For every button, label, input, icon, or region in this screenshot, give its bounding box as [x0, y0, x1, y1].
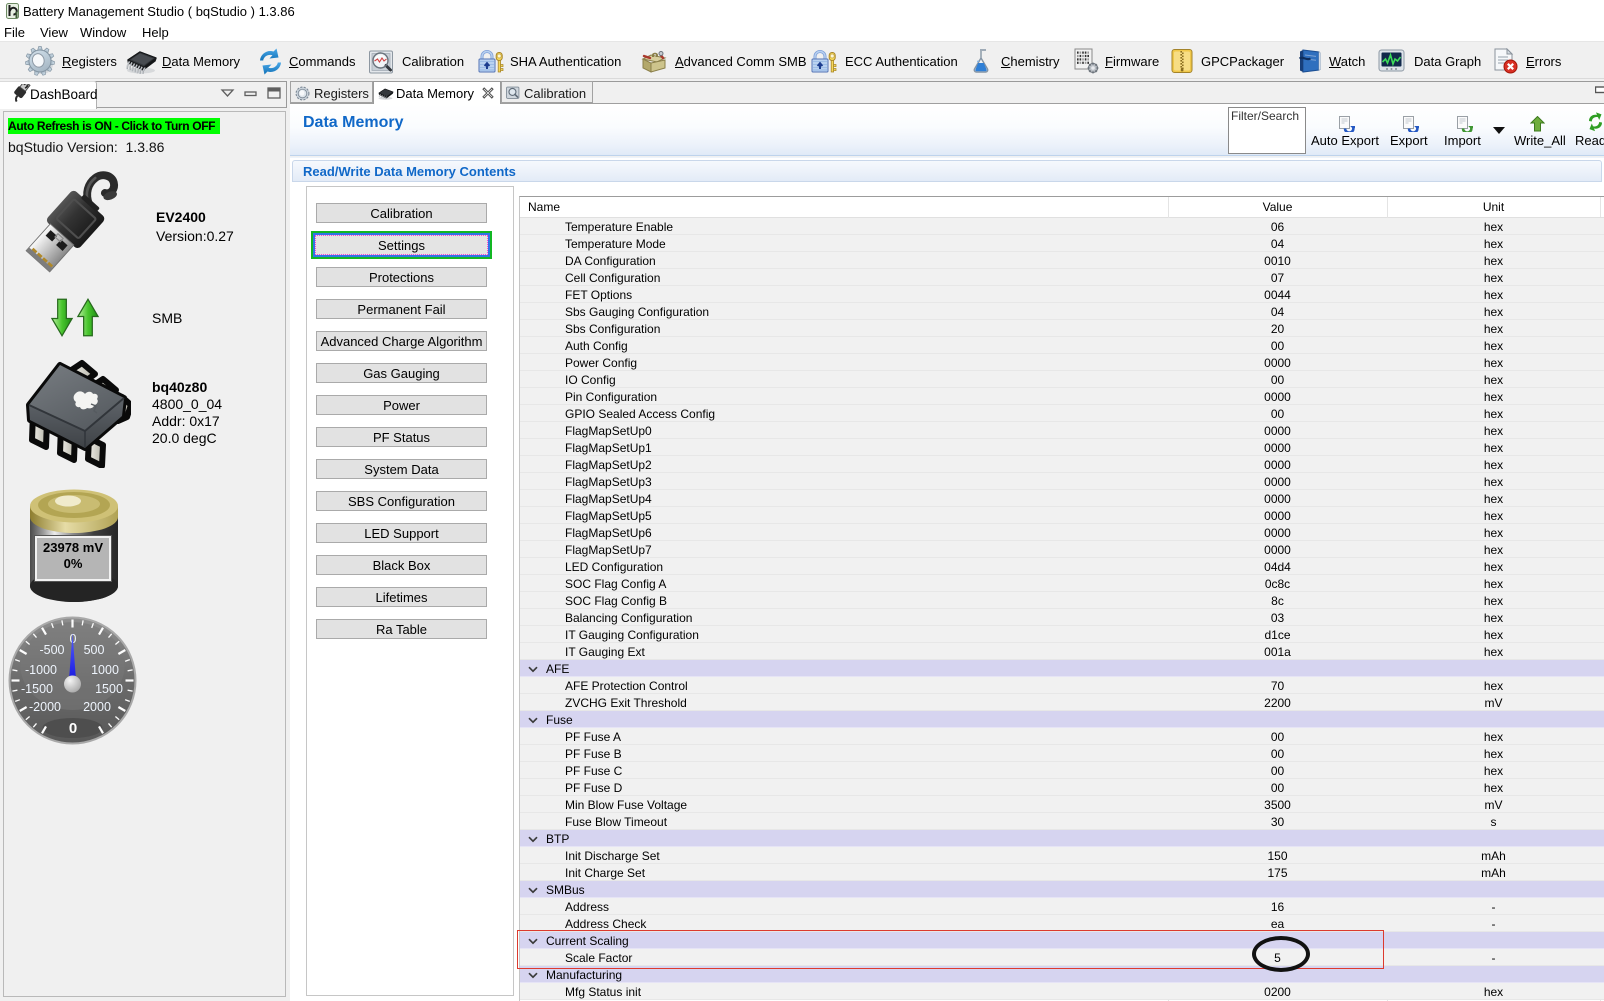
svg-text:-1500: -1500 — [21, 682, 53, 696]
svg-text:1000: 1000 — [91, 663, 119, 677]
svg-text:0: 0 — [69, 720, 77, 737]
svg-text:-2000: -2000 — [29, 700, 61, 714]
svg-text:2000: 2000 — [83, 700, 111, 714]
svg-text:1500: 1500 — [95, 682, 123, 696]
svg-text:-1000: -1000 — [25, 663, 57, 677]
svg-text:-500: -500 — [39, 643, 64, 657]
svg-text:500: 500 — [84, 643, 105, 657]
